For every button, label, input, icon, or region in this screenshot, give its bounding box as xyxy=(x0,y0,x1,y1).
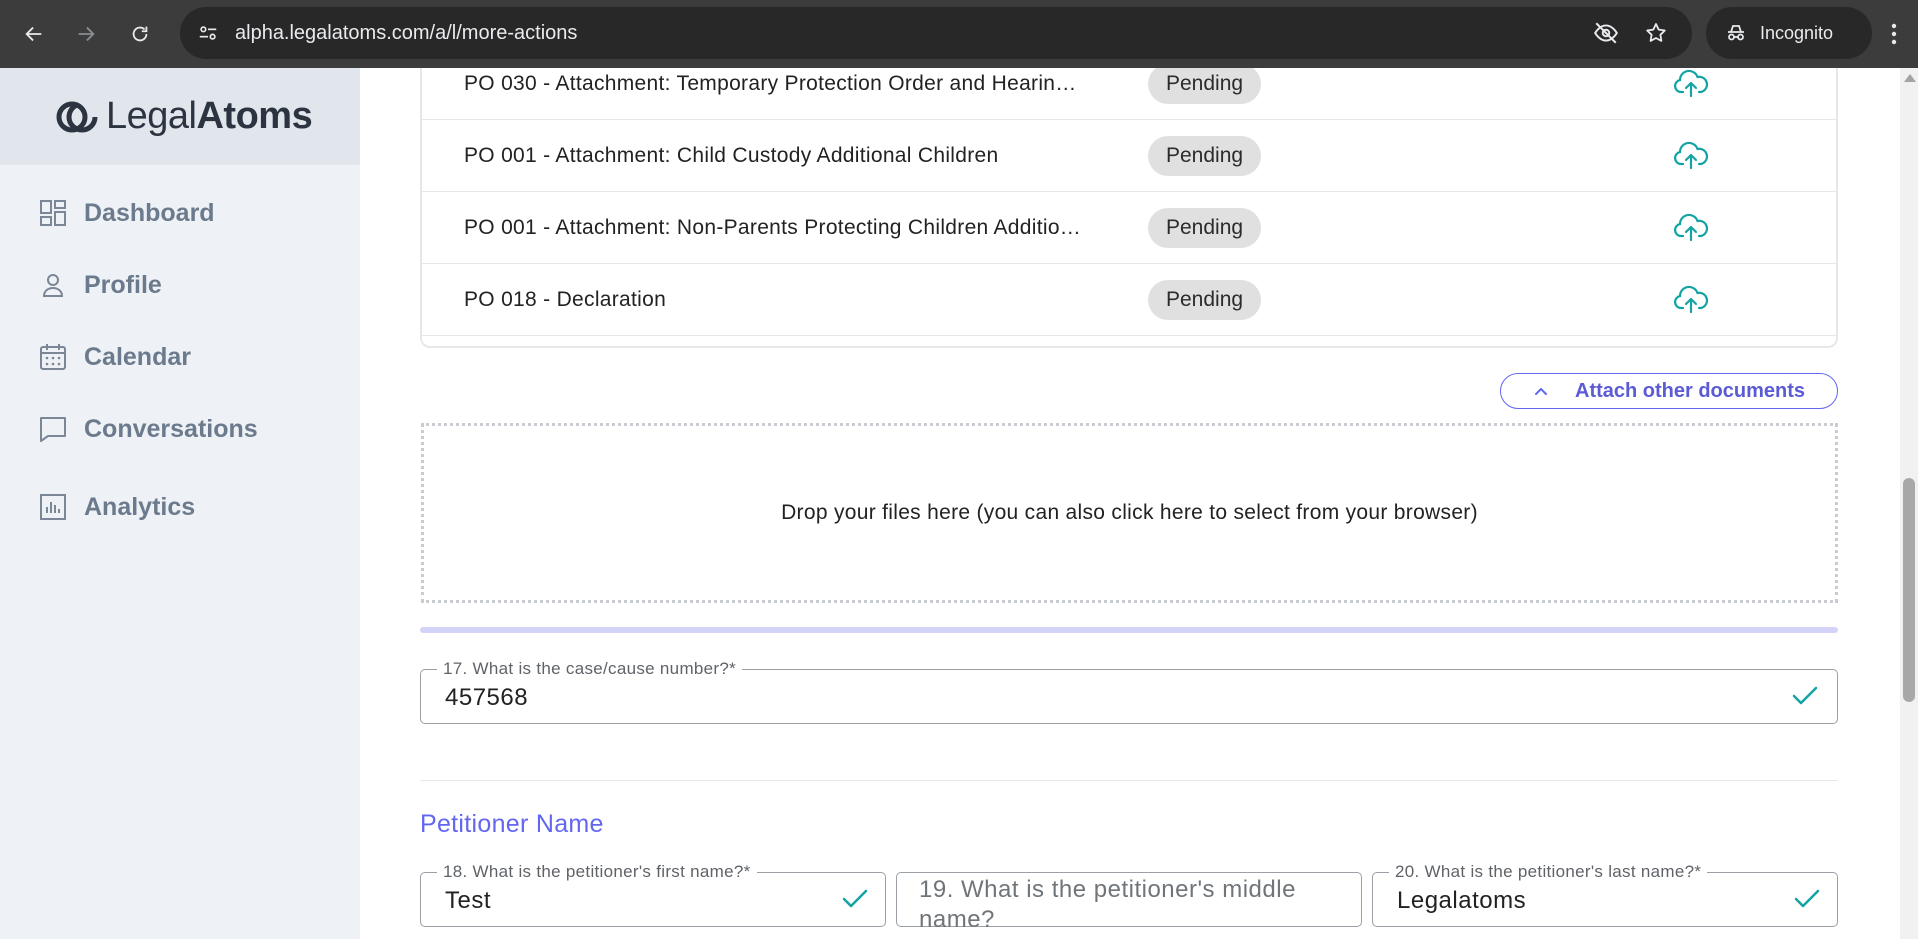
last-name-field[interactable]: 20. What is the petitioner's last name?*… xyxy=(1372,862,1838,927)
check-icon xyxy=(1792,686,1818,705)
sidebar-item-label: Analytics xyxy=(84,492,196,521)
sidebar-item-analytics[interactable]: Analytics xyxy=(38,485,195,529)
cloud-upload-icon[interactable] xyxy=(1673,284,1709,316)
dropzone-text: Drop your files here (you can also click… xyxy=(781,501,1478,524)
table-row: PO 001 - Attachment: Child Custody Addit… xyxy=(422,120,1836,192)
url-text[interactable]: alpha.legalatoms.com/a/l/more-actions xyxy=(235,7,577,59)
document-name: PO 030 - Attachment: Temporary Protectio… xyxy=(464,72,1077,95)
sidebar-item-label: Profile xyxy=(84,270,162,299)
section-progress-bar xyxy=(420,627,1838,633)
case-number-field[interactable]: 17. What is the case/cause number?* 4575… xyxy=(420,659,1838,724)
sidebar-item-calendar[interactable]: Calendar xyxy=(38,335,191,379)
legalatoms-logo-icon xyxy=(56,101,98,132)
last-name-value[interactable]: Legalatoms xyxy=(1397,887,1526,915)
sidebar: LegalAtoms Dashboard Profile Calendar Co… xyxy=(0,68,360,939)
cloud-upload-icon[interactable] xyxy=(1673,140,1709,172)
incognito-icon xyxy=(1728,25,1744,41)
analytics-icon xyxy=(38,492,68,522)
middle-name-field[interactable]: 19. What is the petitioner's middle name… xyxy=(896,872,1362,933)
eye-off-icon[interactable] xyxy=(1592,19,1620,47)
main-content: PO 030 - Attachment: Temporary Protectio… xyxy=(360,68,1900,939)
attach-button-label: Attach other documents xyxy=(1575,380,1806,402)
forward-button[interactable] xyxy=(66,14,106,54)
sidebar-item-dashboard[interactable]: Dashboard xyxy=(38,191,215,235)
back-arrow-icon xyxy=(25,26,42,42)
scrollbar-thumb[interactable] xyxy=(1903,478,1915,702)
sidebar-item-profile[interactable]: Profile xyxy=(38,263,162,307)
section-divider xyxy=(420,780,1838,781)
reload-button[interactable] xyxy=(120,14,160,54)
documents-table: PO 030 - Attachment: Temporary Protectio… xyxy=(420,68,1838,348)
document-name: PO 001 - Attachment: Non-Parents Protect… xyxy=(464,216,1082,239)
address-bar[interactable]: alpha.legalatoms.com/a/l/more-actions xyxy=(180,7,1692,59)
site-info-icon[interactable] xyxy=(194,19,222,47)
dashboard-icon xyxy=(38,198,68,228)
section-title: Petitioner Name xyxy=(420,810,604,838)
middle-name-placeholder: 19. What is the petitioner's middle name… xyxy=(919,876,1296,933)
menu-dots-icon[interactable] xyxy=(1874,14,1914,54)
first-name-value[interactable]: Test xyxy=(445,887,491,915)
scroll-up-arrow-icon[interactable] xyxy=(1904,74,1916,82)
forward-arrow-icon xyxy=(78,26,95,42)
table-row: PO 018 - Declaration Pending xyxy=(422,264,1836,336)
incognito-indicator[interactable]: Incognito xyxy=(1706,7,1872,59)
cloud-upload-icon[interactable] xyxy=(1673,212,1709,244)
table-row: PO 030 - Attachment: Temporary Protectio… xyxy=(422,68,1836,120)
first-name-field[interactable]: 18. What is the petitioner's first name?… xyxy=(420,862,886,927)
calendar-icon xyxy=(38,342,68,372)
last-name-label: 20. What is the petitioner's last name?* xyxy=(1389,862,1708,882)
attach-other-documents-button[interactable]: Attach other documents xyxy=(1500,373,1838,409)
cloud-upload-icon[interactable] xyxy=(1673,68,1709,100)
case-number-label: 17. What is the case/cause number?* xyxy=(437,659,743,679)
status-badge: Pending xyxy=(1148,136,1262,176)
document-name: PO 001 - Attachment: Child Custody Addit… xyxy=(464,144,999,167)
check-icon xyxy=(1794,889,1820,908)
table-row: PO 001 - Attachment: Non-Parents Protect… xyxy=(422,192,1836,264)
status-badge: Pending xyxy=(1148,68,1262,104)
chevron-up-icon xyxy=(1535,387,1547,395)
sidebar-item-label: Calendar xyxy=(84,342,191,371)
sidebar-item-conversations[interactable]: Conversations xyxy=(38,407,258,451)
status-badge: Pending xyxy=(1148,280,1262,320)
sidebar-item-label: Dashboard xyxy=(84,198,215,227)
logo[interactable]: LegalAtoms xyxy=(0,68,360,165)
document-name: PO 018 - Declaration xyxy=(464,288,667,311)
first-name-label: 18. What is the petitioner's first name?… xyxy=(437,862,757,882)
user-icon xyxy=(38,270,68,300)
star-icon[interactable] xyxy=(1642,19,1670,47)
incognito-label: Incognito xyxy=(1760,22,1834,43)
browser-toolbar: alpha.legalatoms.com/a/l/more-actions In… xyxy=(0,0,1918,68)
file-dropzone[interactable]: Drop your files here (you can also click… xyxy=(421,423,1838,603)
reload-icon xyxy=(132,26,148,42)
status-badge: Pending xyxy=(1148,208,1262,248)
chat-icon xyxy=(38,414,68,444)
back-button[interactable] xyxy=(14,14,54,54)
check-icon xyxy=(842,889,868,908)
logo-text: LegalAtoms xyxy=(106,95,313,137)
sidebar-item-label: Conversations xyxy=(84,414,258,443)
case-number-value[interactable]: 457568 xyxy=(445,684,528,712)
